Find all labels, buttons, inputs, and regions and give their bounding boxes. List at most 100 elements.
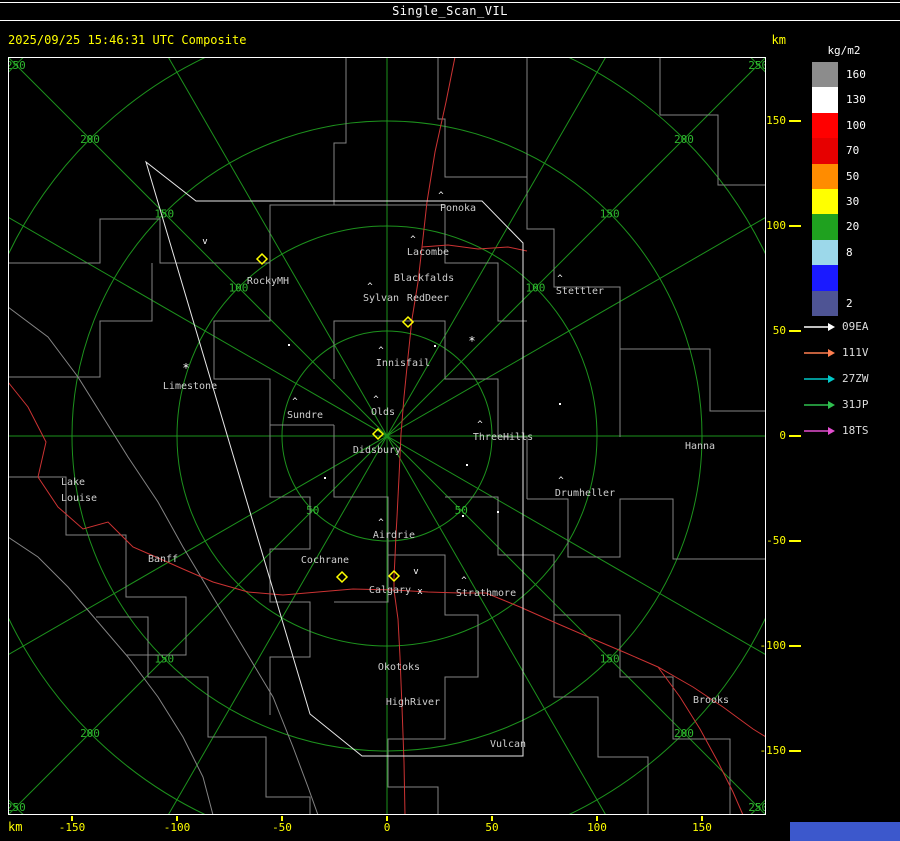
station-row: 31JP (804, 398, 869, 411)
town-label: Didsbury (353, 445, 401, 456)
legend-value-label: 30 (846, 195, 860, 208)
scan-timestamp: 2025/09/25 15:46:31 UTC Composite (8, 33, 247, 47)
county-boundary (553, 615, 649, 815)
legend-unit-label: kg/m2 (827, 44, 861, 57)
range-ring-label: 150 (600, 207, 620, 220)
right-tick-mark (789, 435, 801, 437)
town-label: Lacombe (407, 247, 449, 258)
legend-value-label: 70 (846, 144, 860, 158)
legend-swatch (812, 112, 838, 139)
caret-marker: ^ (378, 518, 384, 528)
town-label: Vulcan (490, 739, 526, 750)
caret-marker: ^ (477, 420, 483, 430)
caret-marker: ^ (378, 346, 384, 356)
station-row: 111V (804, 346, 869, 359)
town-label: HighRiver (386, 697, 440, 708)
right-tick-mark (789, 645, 801, 647)
window-title: Single_Scan_VIL (392, 4, 508, 18)
town-label: Olds (371, 407, 395, 418)
right-tick-label: -150 (759, 744, 787, 757)
caret-marker: ^ (292, 397, 298, 407)
station-arrow-icon (804, 348, 835, 357)
town-label: Hanna (685, 441, 715, 452)
legend-swatch (812, 189, 838, 215)
town-label: Airdrie (373, 530, 415, 541)
range-ring-label: 100 (229, 282, 249, 295)
county-boundary (445, 496, 731, 815)
range-ring-label: 100 (526, 282, 546, 295)
town-label: RockyMH (247, 276, 289, 287)
right-tick-label: -50 (766, 534, 786, 547)
town-label: Lake (61, 477, 85, 488)
radar-app-window: Single_Scan_VIL 2025/09/25 15:46:31 UTC … (0, 0, 900, 841)
town-label: Banff (148, 554, 178, 565)
bottom-tick-mark (491, 816, 493, 821)
station-row: 18TS (804, 424, 869, 437)
range-ring-label: 200 (674, 727, 694, 740)
legend-value-label: 8 (846, 245, 853, 259)
legend-swatch (812, 138, 838, 164)
legend-value-label: 160 (846, 68, 866, 81)
dot-marker (559, 403, 561, 405)
county-boundary (526, 57, 766, 412)
station-row: 27ZW (804, 372, 869, 385)
town-label: Strathmore (456, 588, 516, 599)
right-tick-label: 0 (779, 429, 786, 442)
right-tick-mark (789, 330, 801, 332)
dot-marker (288, 344, 290, 346)
station-arrow-icon (804, 400, 835, 409)
town-label: Sylvan (363, 293, 399, 304)
legend-value-label: 100 (846, 118, 866, 132)
station-arrow-icon (804, 374, 835, 383)
station-id-label: 09EA (842, 320, 869, 333)
radar-map-svg[interactable]: 50 50100 100150 150150 150200 200200 200250 250… (0, 0, 900, 841)
corner-blue-panel (790, 822, 900, 841)
range-ring-label: 250 (748, 59, 766, 72)
bottom-tick-label: 100 (587, 821, 607, 834)
range-ring-label: 50 (306, 504, 319, 517)
range-ring-label: 150 (600, 653, 620, 666)
right-tick-label: 100 (766, 219, 786, 232)
asterisk-marker: * (182, 361, 189, 375)
vee-marker: v (413, 567, 418, 577)
right-tick-mark (789, 540, 801, 542)
town-label: Stettler (556, 286, 604, 297)
right-tick-mark (789, 225, 801, 227)
diamond-marker (335, 570, 349, 584)
legend-value-label: 50 (846, 169, 860, 183)
range-ring-label: 150 (154, 207, 174, 220)
highway-line (393, 589, 767, 738)
bottom-tick-mark (596, 816, 598, 821)
range-ring-label: 200 (80, 727, 100, 740)
bottom-tick-label: -100 (163, 821, 191, 834)
town-label: RedDeer (407, 293, 449, 304)
caret-marker: ^ (367, 282, 373, 292)
station-arrow-icon (804, 426, 835, 435)
county-boundary (269, 425, 311, 715)
right-tick-mark (789, 750, 801, 752)
legend-value-label: 20 (846, 220, 860, 234)
county-boundary (96, 616, 311, 815)
caret-marker: ^ (461, 576, 467, 586)
county-boundary (8, 263, 153, 378)
station-id-label: 111V (842, 346, 869, 359)
right-tick-label: 50 (772, 324, 786, 337)
dot-marker (434, 345, 436, 347)
legend-swatch (812, 163, 838, 189)
caret-marker: ^ (558, 476, 564, 486)
right-tick-label: 150 (766, 114, 786, 127)
bottom-tick-label: -50 (272, 821, 292, 834)
radar-map-display[interactable]: 50 50 100 100 150 150 150 150 200 200 200 200 250 250… (0, 0, 900, 841)
town-label: Limestone (163, 381, 217, 392)
right-axis-unit: km (771, 33, 786, 47)
caret-marker: ^ (438, 191, 444, 201)
range-ring-label: 200 (674, 133, 694, 146)
legend-value-label: 130 (846, 93, 866, 107)
station-row: 09EA (804, 320, 869, 333)
town-label: Sundre (287, 410, 323, 421)
range-ring-label: 250 (748, 801, 766, 814)
caret-marker: ^ (557, 274, 563, 284)
caret-marker: ^ (373, 395, 379, 405)
legend-value-label: 2 (846, 296, 853, 310)
bottom-tick-label: 50 (485, 821, 499, 834)
